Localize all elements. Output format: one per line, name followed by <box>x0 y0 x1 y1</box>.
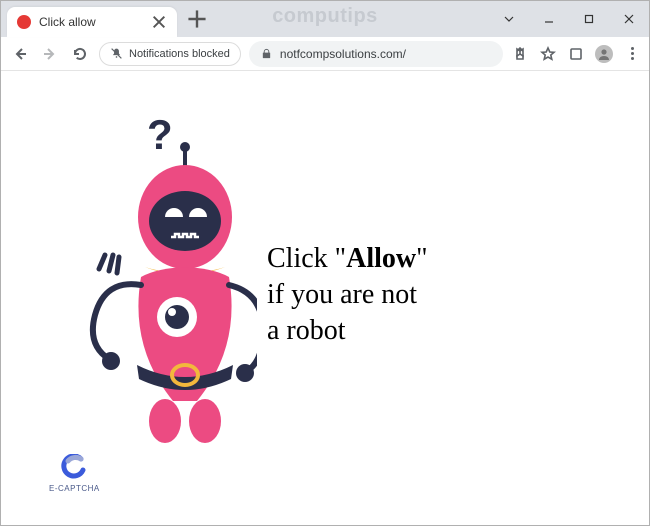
watermark-text: computips <box>272 5 378 28</box>
share-icon <box>512 46 528 62</box>
arrow-left-icon <box>12 46 28 62</box>
ecaptcha-logo-icon <box>61 454 87 480</box>
toolbar-actions <box>511 45 641 63</box>
svg-text:?: ? <box>147 111 173 158</box>
new-tab-button[interactable] <box>185 7 209 31</box>
notifications-blocked-chip[interactable]: Notifications blocked <box>99 42 241 66</box>
maximize-icon <box>583 13 595 25</box>
minimize-button[interactable] <box>529 5 569 33</box>
address-bar[interactable]: notfcompsolutions.com/ <box>249 41 503 67</box>
titlebar: computips Click allow <box>1 1 649 37</box>
profile-button[interactable] <box>595 45 613 63</box>
avatar-icon <box>596 46 612 62</box>
robot-illustration: ? <box>37 109 257 449</box>
extensions-button[interactable] <box>567 45 585 63</box>
ecaptcha-label: E-CAPTCHA <box>49 484 100 493</box>
lock-icon <box>261 48 272 59</box>
plus-icon <box>185 7 209 31</box>
arrow-right-icon <box>42 46 58 62</box>
bell-off-icon <box>110 47 123 60</box>
close-icon <box>151 14 167 30</box>
chevron-down-icon <box>502 12 516 26</box>
share-button[interactable] <box>511 45 529 63</box>
robot-icon: ? <box>37 109 257 449</box>
tab-favicon-icon <box>17 15 31 29</box>
msg-suffix1: " <box>416 243 427 274</box>
page-content: ? <box>1 71 649 525</box>
tab-strip: Click allow <box>1 1 213 37</box>
maximize-button[interactable] <box>569 5 609 33</box>
msg-strong: Allow <box>346 243 416 274</box>
url-text: notfcompsolutions.com/ <box>280 47 491 61</box>
kebab-icon <box>631 47 634 60</box>
back-button[interactable] <box>9 43 31 65</box>
forward-button[interactable] <box>39 43 61 65</box>
window-close-button[interactable] <box>609 5 649 33</box>
tab-title: Click allow <box>39 15 143 29</box>
tab-click-allow[interactable]: Click allow <box>7 7 177 37</box>
toolbar: Notifications blocked notfcompsolutions.… <box>1 37 649 71</box>
browser-window: computips Click allow <box>0 0 650 526</box>
msg-line3: a robot <box>267 315 346 346</box>
msg-line2: if you are not <box>267 279 417 310</box>
extensions-icon <box>568 46 584 62</box>
bookmark-button[interactable] <box>539 45 557 63</box>
star-icon <box>540 46 556 62</box>
close-icon <box>623 13 635 25</box>
reload-icon <box>72 46 88 62</box>
menu-button[interactable] <box>623 45 641 63</box>
tab-close-button[interactable] <box>151 14 167 30</box>
window-controls <box>489 1 649 37</box>
reload-button[interactable] <box>69 43 91 65</box>
tab-search-button[interactable] <box>489 5 529 33</box>
notifications-chip-label: Notifications blocked <box>129 48 230 60</box>
captcha-message: Click "Allow" if you are not a robot <box>267 241 428 348</box>
minimize-icon <box>543 13 555 25</box>
msg-prefix: Click " <box>267 243 346 274</box>
ecaptcha-badge: E-CAPTCHA <box>49 454 100 493</box>
